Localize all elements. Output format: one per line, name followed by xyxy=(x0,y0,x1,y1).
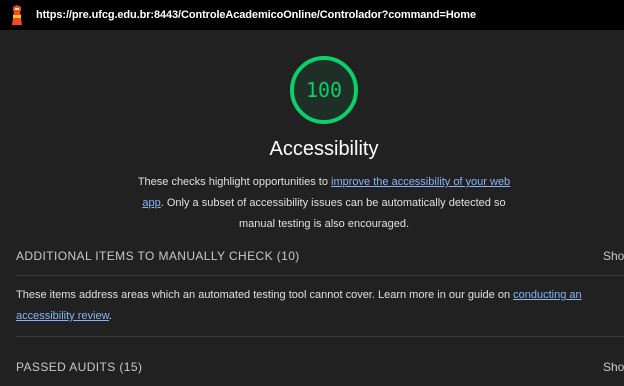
browser-url-bar: https://pre.ufcg.edu.br:8443/ControleAca… xyxy=(0,0,624,30)
category-desc-text: These checks highlight opportunities to xyxy=(137,176,332,188)
passed-audits-show-toggle[interactable]: Sho xyxy=(603,360,624,374)
manual-desc-text: These items address areas which an autom… xyxy=(16,289,514,301)
lighthouse-logo-icon xyxy=(12,5,22,25)
score-value: 100 xyxy=(305,78,343,102)
category-title: Accessibility xyxy=(269,138,379,160)
manual-checks-header[interactable]: ADDITIONAL ITEMS TO MANUALLY CHECK (10) xyxy=(16,249,300,263)
passed-audits-header[interactable]: PASSED AUDITS (15) xyxy=(16,360,142,374)
manual-checks-description: These items address areas which an autom… xyxy=(16,285,606,327)
page-url: https://pre.ufcg.edu.br:8443/ControleAca… xyxy=(36,9,476,21)
section-divider xyxy=(16,275,624,276)
manual-checks-show-toggle[interactable]: Sho xyxy=(603,249,624,263)
section-divider xyxy=(16,336,624,337)
category-description: These checks highlight opportunities to … xyxy=(132,172,516,235)
manual-desc-text-end: . xyxy=(108,310,112,322)
category-desc-text-end: . Only a subset of accessibility issues … xyxy=(160,197,506,230)
